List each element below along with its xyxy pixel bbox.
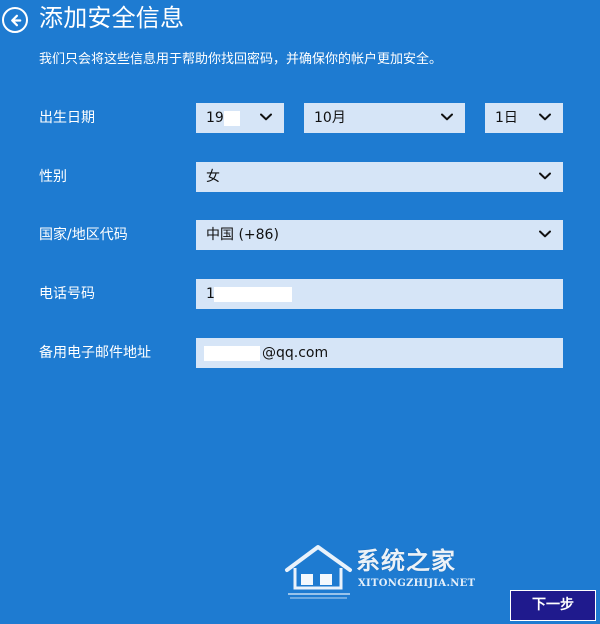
house-logo-icon [285,545,352,599]
watermark-site-url: XITONGZHIJIA.NET [358,578,476,589]
phone-input[interactable]: 1 [196,279,563,309]
birth-month-value: 10月 [314,110,346,126]
chevron-down-icon [539,172,551,180]
redacted-phone-mask [214,287,292,302]
chevron-down-icon [260,113,272,121]
phone-label: 电话号码 [39,286,95,302]
gender-select[interactable]: 女 [196,162,563,192]
redacted-email-mask [204,346,260,361]
back-button[interactable] [2,7,28,33]
backup-email-input[interactable]: @qq.com [196,338,563,368]
gender-label: 性别 [39,169,67,185]
birth-date-row: 出生日期 19 10月 1日 [39,103,563,133]
next-button[interactable]: 下一步 [510,590,596,621]
country-code-label: 国家/地区代码 [39,227,128,243]
country-code-value: 中国 (+86) [206,227,279,243]
chevron-down-icon [539,113,551,121]
gender-value: 女 [206,169,220,185]
back-arrow-icon [10,14,21,26]
backup-email-domain: @qq.com [262,345,329,361]
redacted-year-mask [224,111,240,126]
chevron-down-icon [539,230,551,238]
birth-day-value: 1日 [495,110,518,126]
country-code-row: 国家/地区代码 中国 (+86) [39,220,563,250]
birth-month-select[interactable]: 10月 [304,103,465,133]
birth-year-select[interactable]: 19 [196,103,284,133]
header: 添加安全信息 [0,0,600,44]
chevron-down-icon [441,113,453,121]
backup-email-row: 备用电子邮件地址 @qq.com [39,338,563,368]
birth-date-label: 出生日期 [39,110,95,126]
watermark-site-name: 系统之家 [356,546,456,575]
site-watermark: 系统之家 XITONGZHIJIA.NET [280,535,490,615]
description-text: 我们只会将这些信息用于帮助你找回密码，并确保你的帐户更加安全。 [39,52,443,67]
birth-day-select[interactable]: 1日 [485,103,563,133]
country-code-select[interactable]: 中国 (+86) [196,220,563,250]
phone-row: 电话号码 1 [39,279,563,309]
backup-email-label: 备用电子邮件地址 [39,345,151,361]
security-info-page: 添加安全信息 我们只会将这些信息用于帮助你找回密码，并确保你的帐户更加安全。 出… [0,0,600,624]
birth-year-value: 19 [206,110,224,126]
page-title: 添加安全信息 [39,4,185,32]
gender-row: 性别 女 [39,162,563,192]
